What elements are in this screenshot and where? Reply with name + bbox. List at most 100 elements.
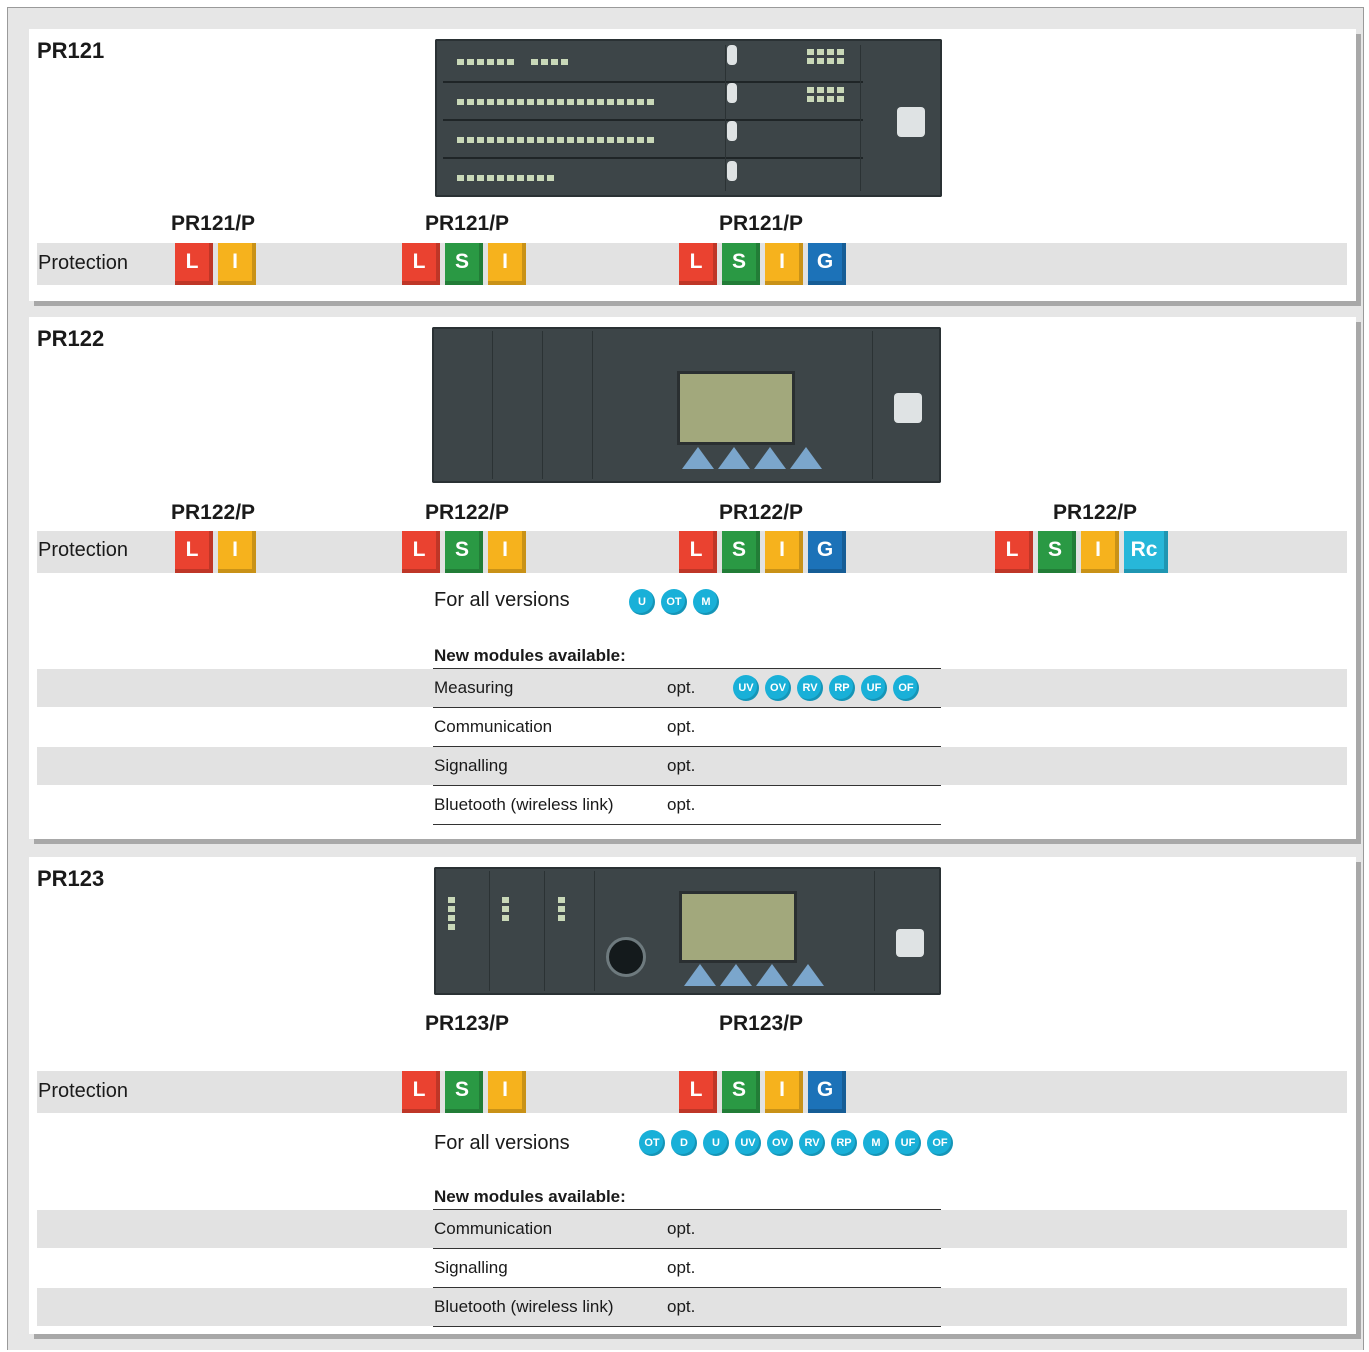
pr121-variant-1-label: PR121/P (171, 212, 256, 235)
page-frame: PR121 PR121/P PR121/P PR121/P Protection… (7, 7, 1364, 1350)
uf-function-icon: UF (861, 675, 887, 701)
protection-s-badge: S (1038, 531, 1076, 573)
protection-s-badge: S (445, 1071, 483, 1113)
protection-s-badge: S (722, 1071, 760, 1113)
protection-l-badge: L (175, 243, 213, 285)
pr121-variant-2-badges: L S I (402, 243, 526, 285)
module-name: Measuring (434, 678, 514, 697)
rp-function-icon: RP (831, 1130, 857, 1156)
pr122-modules-heading: New modules available: (434, 646, 626, 665)
protection-i-badge: I (488, 531, 526, 573)
pr122-variant-3-badges: L S I G (679, 531, 846, 573)
pr123-modules-heading: New modules available: (434, 1187, 626, 1206)
module-opt: opt. (667, 1219, 696, 1238)
protection-i-badge: I (765, 531, 803, 573)
protection-i-badge: I (218, 531, 256, 573)
protection-l-badge: L (679, 243, 717, 285)
divider (433, 1248, 941, 1249)
protection-l-badge: L (402, 531, 440, 573)
u-function-icon: U (703, 1130, 729, 1156)
protection-i-badge: I (765, 1071, 803, 1113)
pr123-panel: PR123 PR123/P PR123/P Protection L S I L… (29, 857, 1356, 1334)
divider (433, 707, 941, 708)
pr121-panel: PR121 PR121/P PR121/P PR121/P Protection… (29, 29, 1356, 301)
pr122-all-versions-icons: U OT M (629, 589, 719, 615)
protection-s-badge: S (722, 531, 760, 573)
module-opt: opt. (667, 756, 696, 775)
pr123-title: PR123 (37, 866, 105, 891)
module-name: Signalling (434, 1258, 508, 1277)
protection-g-badge: G (808, 243, 846, 285)
pr122-protection-label: Protection (38, 539, 129, 561)
protection-s-badge: S (445, 243, 483, 285)
module-name: Signalling (434, 756, 508, 775)
ov-function-icon: OV (765, 675, 791, 701)
pr122-device-image (432, 327, 941, 483)
pr121-variant-1-badges: L I (175, 243, 256, 285)
divider (433, 1326, 941, 1327)
pr123-variant-2-label: PR123/P (719, 1012, 804, 1035)
pr122-variant-3-label: PR122/P (719, 501, 804, 524)
pr123-variant-1-label: PR123/P (425, 1012, 510, 1035)
rv-function-icon: RV (799, 1130, 825, 1156)
of-function-icon: OF (893, 675, 919, 701)
protection-i-badge: I (1081, 531, 1119, 573)
pr122-variant-2-badges: L S I (402, 531, 526, 573)
pr121-variant-3-label: PR121/P (719, 212, 804, 235)
protection-s-badge: S (722, 243, 760, 285)
pr121-protection-label: Protection (38, 252, 129, 274)
pr122-measuring-icons: UV OV RV RP UF OF (733, 675, 919, 701)
protection-l-badge: L (995, 531, 1033, 573)
module-opt: opt. (667, 717, 696, 736)
module-name: Bluetooth (wireless link) (434, 795, 614, 814)
ov-function-icon: OV (767, 1130, 793, 1156)
protection-l-badge: L (402, 1071, 440, 1113)
module-name: Bluetooth (wireless link) (434, 1297, 614, 1316)
ot-function-icon: OT (661, 589, 687, 615)
pr123-protection-label: Protection (38, 1080, 129, 1102)
module-opt: opt. (667, 1297, 696, 1316)
pr122-variant-1-label: PR122/P (171, 501, 256, 524)
rv-function-icon: RV (797, 675, 823, 701)
of-function-icon: OF (927, 1130, 953, 1156)
protection-l-badge: L (402, 243, 440, 285)
uv-function-icon: UV (733, 675, 759, 701)
protection-rc-badge: Rc (1124, 531, 1168, 573)
module-opt: opt. (667, 795, 696, 814)
protection-i-badge: I (218, 243, 256, 285)
pr123-variant-2-badges: L S I G (679, 1071, 846, 1113)
protection-l-badge: L (679, 1071, 717, 1113)
protection-i-badge: I (488, 1071, 526, 1113)
pr122-variant-4-label: PR122/P (1053, 501, 1138, 524)
divider (433, 824, 941, 825)
protection-l-badge: L (679, 531, 717, 573)
pr121-variant-3-badges: L S I G (679, 243, 846, 285)
module-opt: opt. (667, 678, 696, 697)
pr123-variant-1-badges: L S I (402, 1071, 526, 1113)
protection-g-badge: G (808, 1071, 846, 1113)
pr122-all-versions-label: For all versions (434, 589, 570, 611)
m-function-icon: M (693, 589, 719, 615)
pr122-variant-2-label: PR122/P (425, 501, 510, 524)
uv-function-icon: UV (735, 1130, 761, 1156)
pr122-variant-1-badges: L I (175, 531, 256, 573)
module-name: Communication (434, 1219, 553, 1238)
module-name: Communication (434, 717, 553, 736)
d-function-icon: D (671, 1130, 697, 1156)
u-function-icon: U (629, 589, 655, 615)
pr122-title: PR122 (37, 326, 105, 351)
pr122-panel: PR122 PR122/P PR122/P PR122/P PR122/P Pr… (29, 317, 1356, 839)
pr123-device-image (434, 867, 941, 995)
protection-s-badge: S (445, 531, 483, 573)
pr122-variant-4-badges: L S I Rc (995, 531, 1168, 573)
protection-i-badge: I (488, 243, 526, 285)
m-function-icon: M (863, 1130, 889, 1156)
module-opt: opt. (667, 1258, 696, 1277)
protection-g-badge: G (808, 531, 846, 573)
uf-function-icon: UF (895, 1130, 921, 1156)
pr121-title: PR121 (37, 38, 105, 63)
pr123-all-versions-icons: OT D U UV OV RV RP M UF OF (639, 1130, 953, 1156)
pr121-device-image (435, 39, 942, 197)
ot-function-icon: OT (639, 1130, 665, 1156)
pr123-all-versions-label: For all versions (434, 1132, 570, 1154)
